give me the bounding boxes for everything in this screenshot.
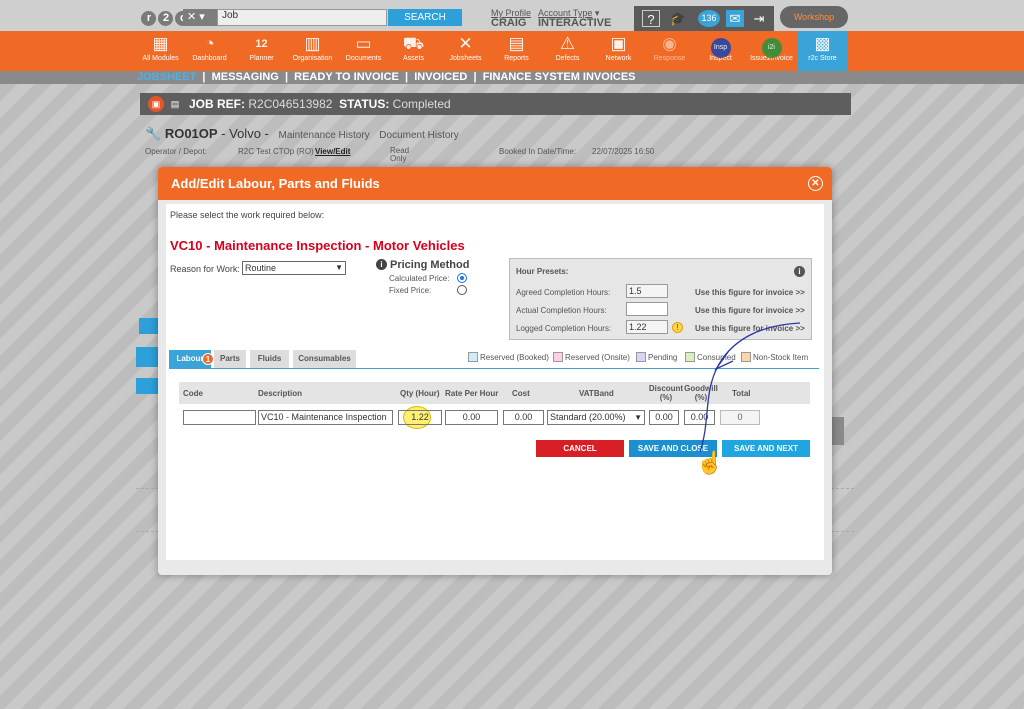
annotation-arrow — [699, 322, 801, 453]
hand-cursor-icon: ☝ — [696, 450, 724, 475]
